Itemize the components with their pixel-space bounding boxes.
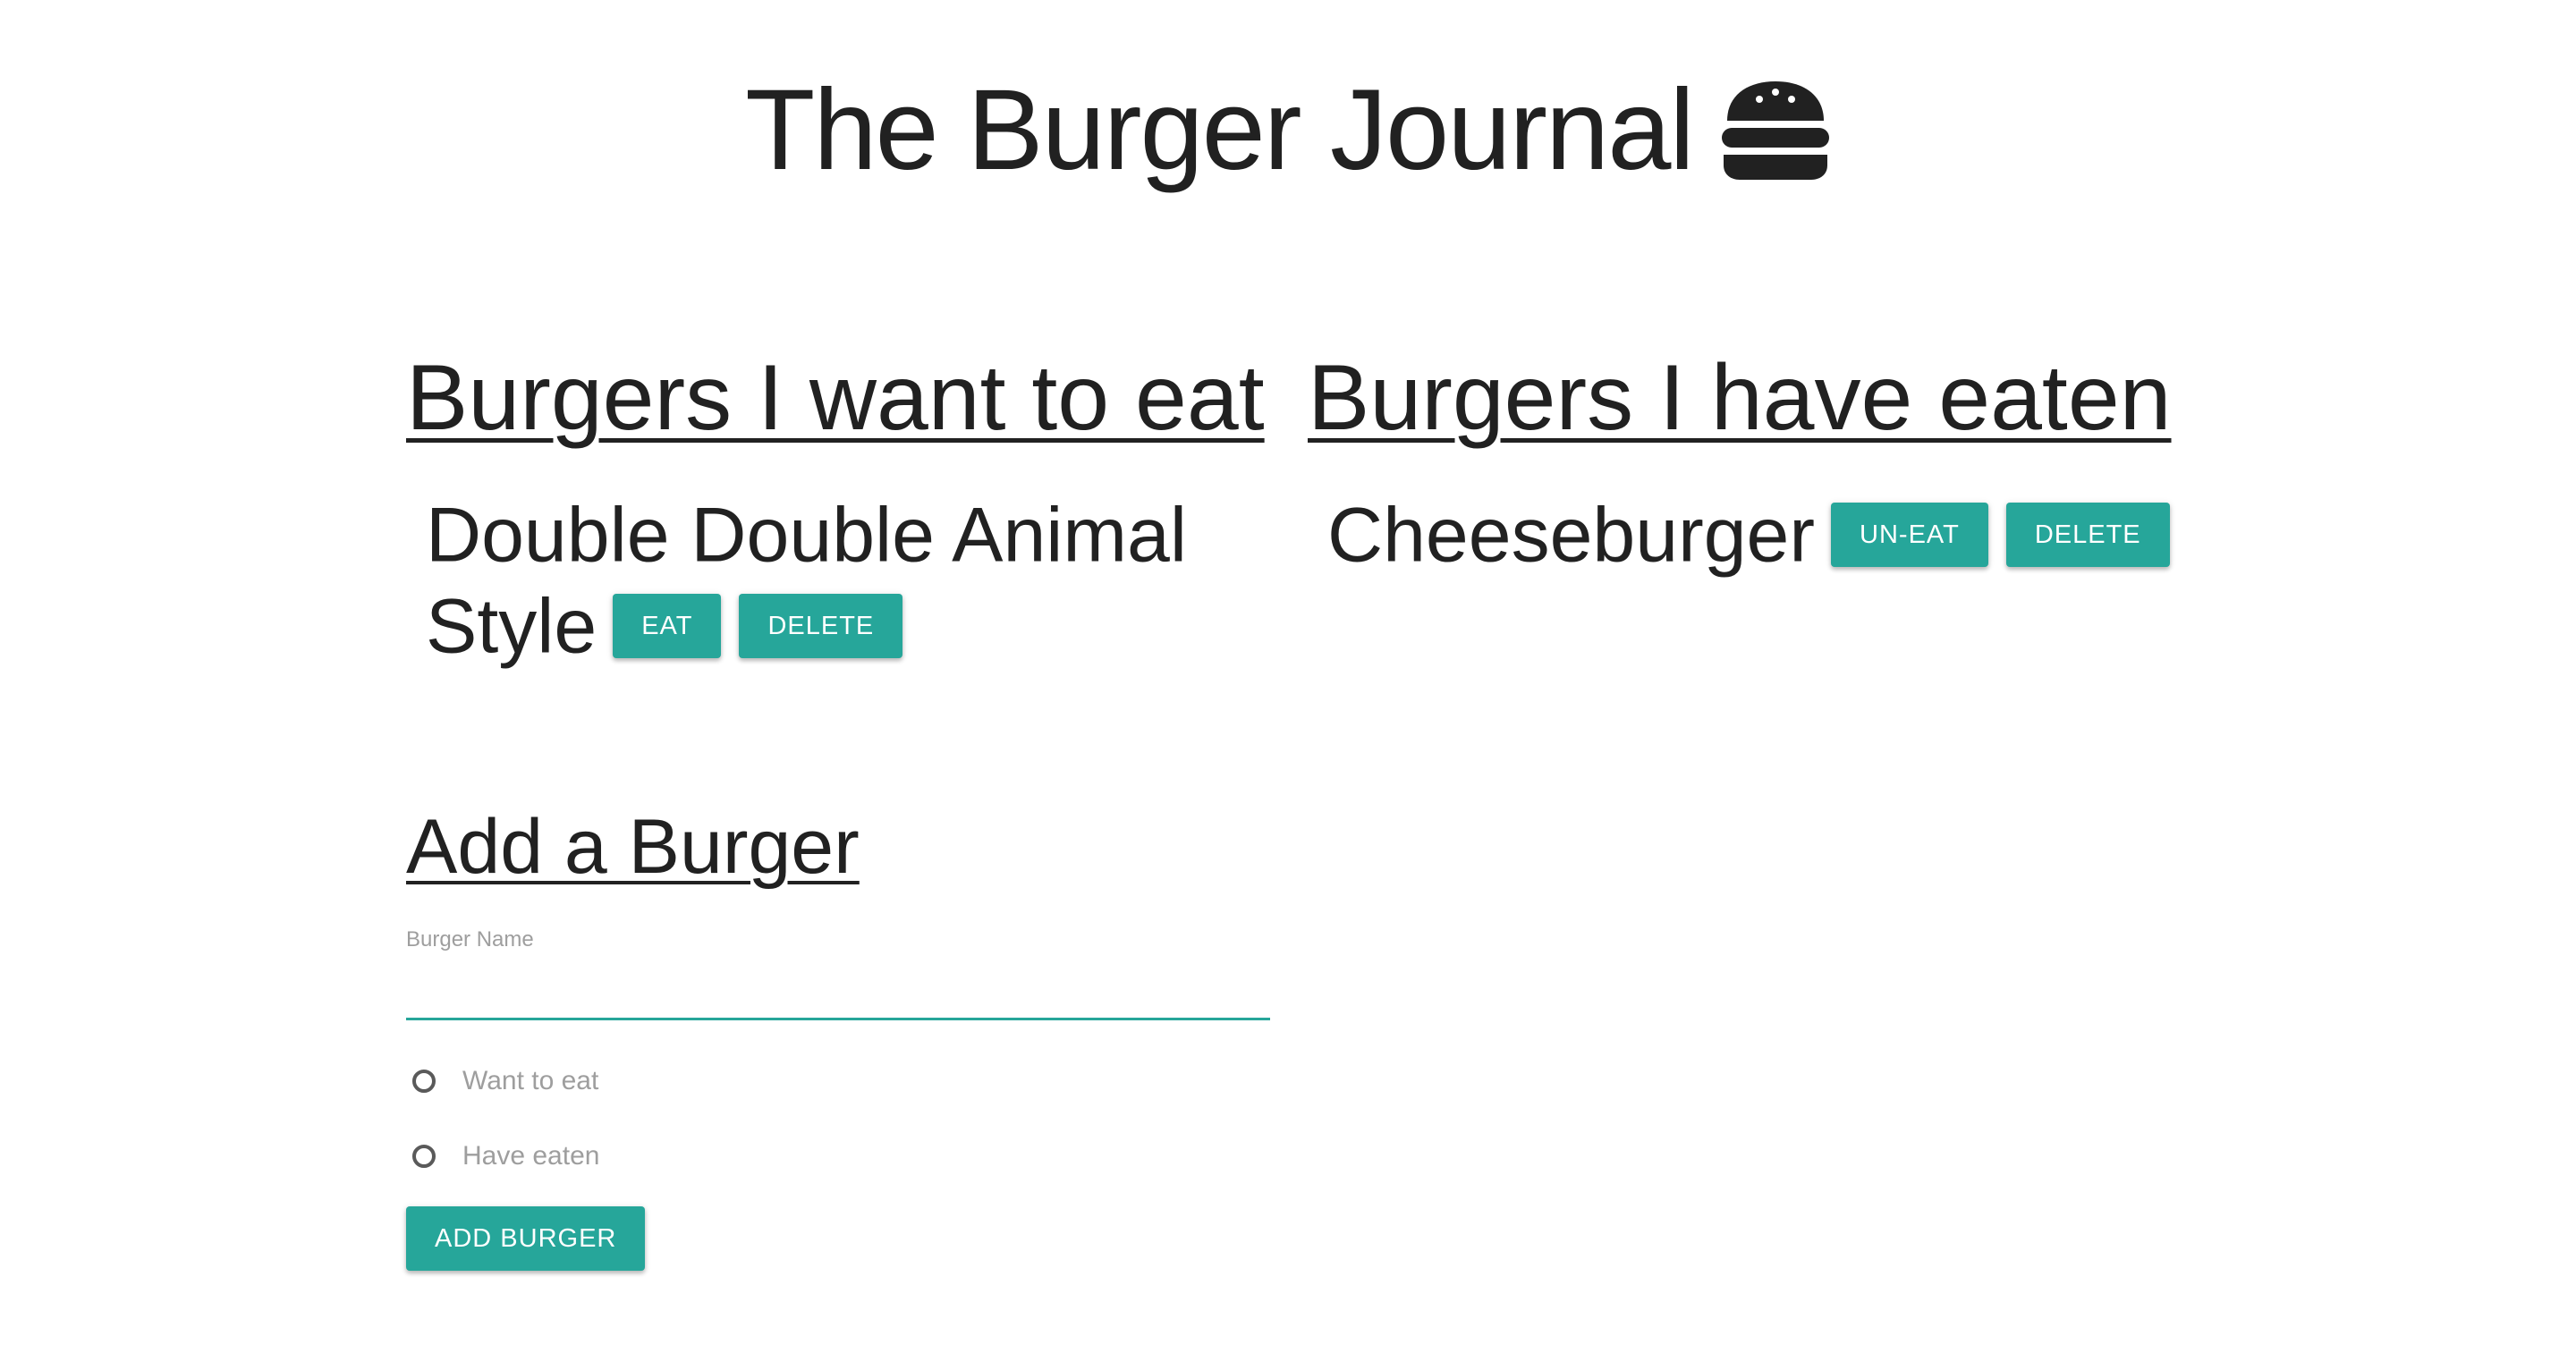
radio-want-to-eat[interactable]: Want to eat	[406, 1045, 1270, 1117]
list-item: Double Double Animal Style EAT DELETE	[406, 486, 1195, 669]
delete-button[interactable]: DELETE	[739, 594, 903, 659]
list-item: Cheeseburger UN-EAT DELETE	[1308, 486, 2202, 578]
burger-name: Cheeseburger	[1327, 491, 1816, 578]
radio-button[interactable]	[412, 1069, 436, 1093]
burger-name-label: Burger Name	[406, 926, 534, 951]
eat-button[interactable]: EAT	[613, 594, 722, 659]
have-eaten-heading: Burgers I have eaten	[1308, 346, 2172, 450]
want-to-eat-heading: Burgers I want to eat	[406, 346, 1265, 450]
radio-label[interactable]: Want to eat	[462, 1066, 598, 1096]
add-burger-heading: Add a Burger	[406, 804, 860, 890]
header: The Burger Journal	[0, 73, 2576, 188]
burger-journal-page: The Burger Journal Burgers I want to eat…	[0, 0, 2576, 1370]
delete-button[interactable]: DELETE	[2005, 502, 2170, 567]
burger-name-input[interactable]	[406, 957, 1270, 1020]
radio-label[interactable]: Have eaten	[462, 1141, 599, 1171]
radio-have-eaten[interactable]: Have eaten	[406, 1121, 1270, 1192]
have-eaten-section: Burgers I have eaten Cheeseburger UN-EAT D…	[1308, 345, 2202, 578]
want-to-eat-section: Burgers I want to eat Double Double Anim…	[406, 345, 1265, 669]
un-eat-button[interactable]: UN-EAT	[1831, 502, 1988, 567]
add-burger-form: Add a Burger Burger Name Want to eat Hav…	[406, 803, 1270, 1271]
want-to-eat-list: Double Double Animal Style EAT DELETE	[406, 486, 1265, 669]
radio-button[interactable]	[412, 1144, 436, 1168]
burger-icon	[1721, 81, 1829, 180]
add-burger-button[interactable]: ADD BURGER	[406, 1205, 646, 1271]
have-eaten-list: Cheeseburger UN-EAT DELETE	[1308, 486, 2202, 578]
page-title: The Burger Journal	[745, 66, 1695, 194]
